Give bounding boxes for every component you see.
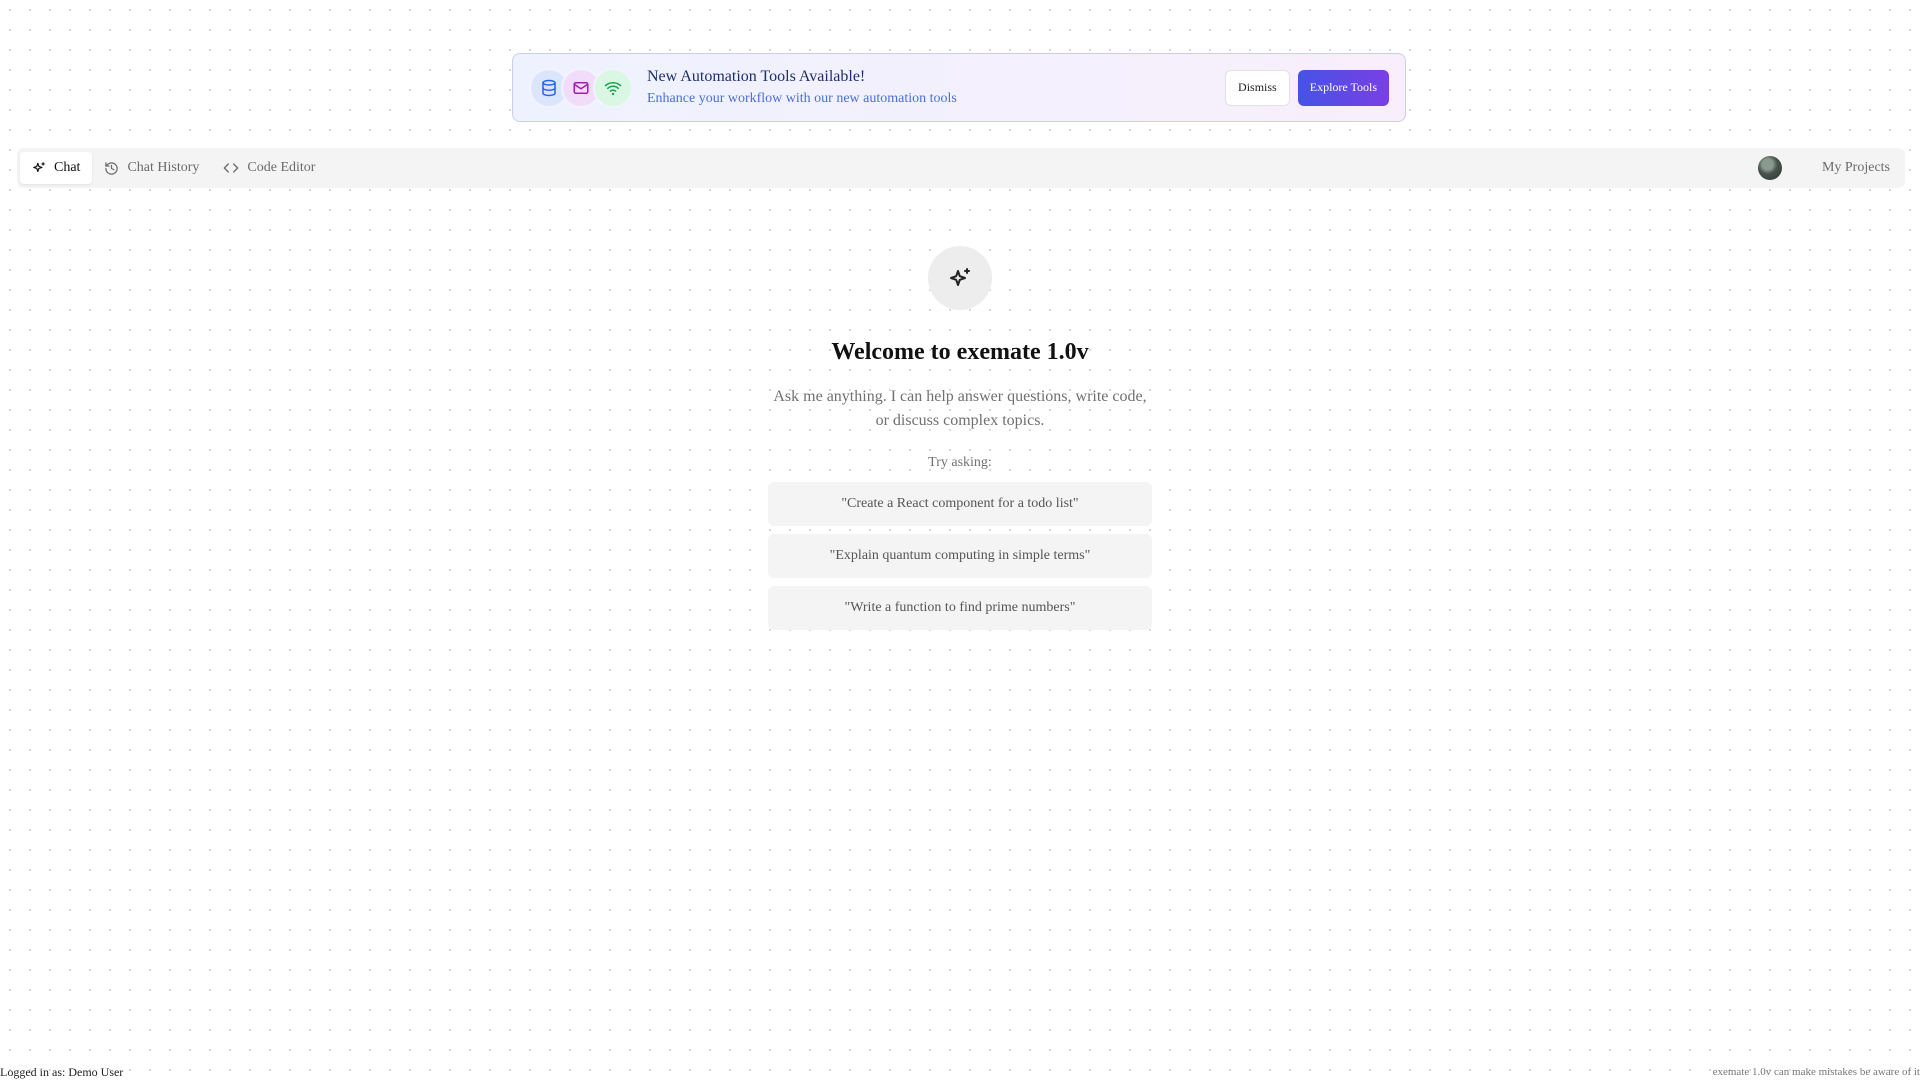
suggestion-item[interactable]: "Write a function to find prime numbers": [768, 586, 1152, 630]
welcome-description: Ask me anything. I can help answer quest…: [773, 388, 1147, 429]
welcome-title: Welcome to exemate 1.0v: [831, 339, 1089, 365]
tab-code-editor[interactable]: Code Editor: [211, 152, 327, 184]
logged-in-status: Logged in as: Demo User: [0, 1065, 124, 1079]
sparkles-icon: [33, 162, 45, 173]
nav-right: My Projects: [1757, 152, 1902, 184]
history-icon: [105, 161, 119, 175]
banner-title: New Automation Tools Available!: [647, 67, 866, 85]
assistant-logo: [928, 246, 992, 310]
code-icon: [224, 163, 239, 173]
suggestion-item[interactable]: "Create a React component for a todo lis…: [768, 482, 1152, 526]
wifi-icon: [593, 67, 633, 108]
suggestion-item[interactable]: "Explain quantum computing in simple ter…: [768, 534, 1152, 578]
tab-chat[interactable]: Chat: [20, 152, 93, 184]
tab-chat-label: Chat: [54, 160, 81, 175]
automation-banner: New Automation Tools Available! Enhance …: [512, 53, 1406, 122]
suggestion-list: "Create a React component for a todo lis…: [768, 482, 1152, 630]
tab-chat-history[interactable]: Chat History: [92, 152, 211, 184]
dismiss-button[interactable]: Dismiss: [1225, 69, 1290, 106]
welcome-section: Welcome to exemate 1.0v Ask me anything.…: [0, 246, 1920, 630]
try-asking-label: Try asking:: [928, 455, 992, 470]
tab-code-editor-label: Code Editor: [247, 160, 316, 175]
banner-icon-group: [529, 67, 633, 108]
my-projects-link[interactable]: My Projects: [1810, 152, 1902, 184]
avatar[interactable]: [1757, 156, 1782, 180]
explore-tools-button[interactable]: Explore Tools: [1297, 69, 1389, 106]
disclaimer-text: exemate 1.0v can make mistakes be aware …: [1712, 1066, 1920, 1078]
banner-actions: Dismiss Explore Tools: [1225, 69, 1389, 106]
top-nav: Chat Chat History Code Editor My Project…: [17, 148, 1905, 188]
banner-text: New Automation Tools Available! Enhance …: [647, 67, 957, 109]
sparkles-icon: [950, 268, 970, 286]
banner-subtitle: Enhance your workflow with our new autom…: [647, 90, 957, 106]
tab-chat-history-label: Chat History: [127, 160, 200, 175]
